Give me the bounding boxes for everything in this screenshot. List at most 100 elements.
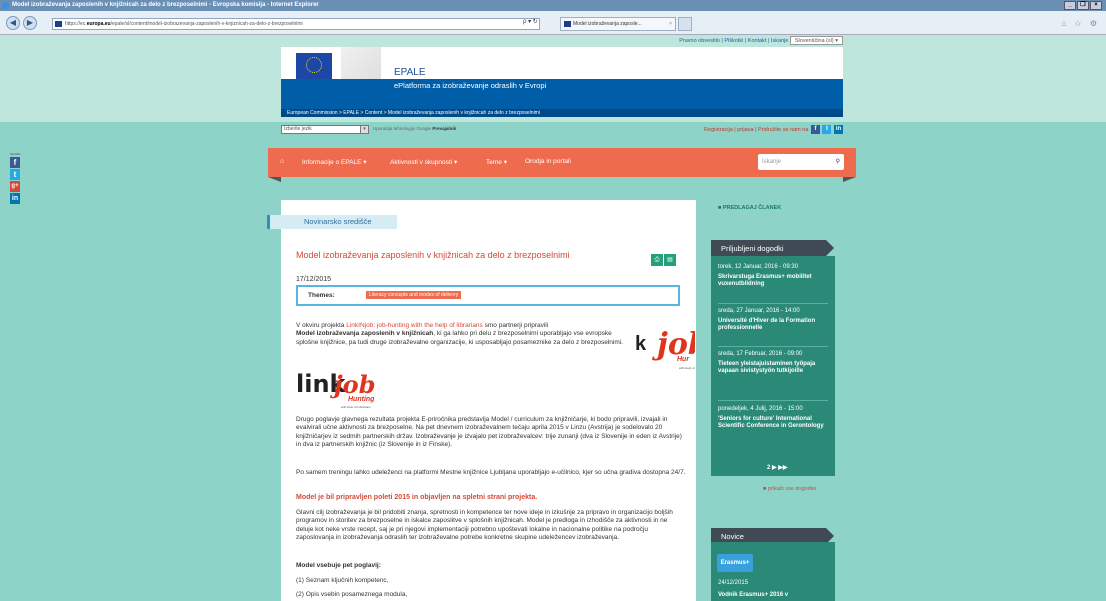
logo-job: job [334,370,376,399]
themes-box: Themes: Literacy concepts and modes of d… [296,285,680,306]
news-item-title[interactable]: Vodnik Erasmus+ 2016 v [718,592,788,598]
forward-button[interactable]: ▶ [23,16,37,30]
address-controls[interactable]: ρ ▾ ↻ [523,18,538,25]
nav-item-themes[interactable]: Teme ▾ [486,158,507,166]
browser-tab-active[interactable]: Model izobraževanja zaposle... × [560,17,676,31]
list-item[interactable]: sreda, 17 Februar, 2016 - 09:00 Tieteen … [718,351,830,375]
nav-item-tools-portals[interactable]: Orodja in portali [525,158,571,165]
logo-small-job: job [657,327,695,362]
maximize-button[interactable]: ❐ [1077,1,1089,10]
linkinjob-logo: link job Hunting with Help of Librarians [296,370,396,414]
nav-item-about-epale[interactable]: Informacije o EPALE ▾ [302,158,367,166]
window-title: Model izobraževanja zaposlenih v knjižni… [12,2,319,8]
site-header: European Commission EPALE ePlatforma za … [281,47,843,109]
news-date: 24/12/2015 [718,580,749,586]
facebook-icon[interactable]: f [810,125,820,134]
erasmus-plus-logo[interactable]: Erasmus+ [717,554,753,572]
language-bar: Izberite jezik ▾ Uporablja tehnologijo G… [281,125,843,135]
url-domain: europa.eu [86,21,111,27]
internet-explorer-icon [2,2,9,9]
event-title[interactable]: Tieteen yleistajuistaminen työpaja vapaa… [718,361,830,375]
paragraph-6: Model vsebuje pet poglavij: [296,562,381,569]
nav-fold-left [268,177,281,182]
tab-favicon-icon [564,21,571,27]
logo-tagline: with Help of Librarians [341,405,371,409]
logo-small-tagline: with Help of [679,366,695,370]
share-facebook-icon[interactable]: f [10,157,20,168]
register-login-join-links[interactable]: Registracija | prijava | Pridružite se n… [704,127,808,133]
twitter-icon[interactable]: t [822,125,832,134]
article-date: 17/12/2015 [296,276,332,283]
event-title[interactable]: Skrivarstuga Erasmus+ mobilitet vuxenutb… [718,274,830,288]
list-item: (2) Opis vsebin posameznega modula, [296,591,408,598]
search-input[interactable]: Iskanje ⚲ [758,154,844,170]
powered-by-text: Uporablja tehnologijo [373,126,416,131]
top-links[interactable]: Pravno obvestilo | Piškotki | Kontakt | … [679,38,788,44]
nav-fold-right [843,177,856,182]
list-item[interactable]: torek, 12 Januar, 2016 - 09:30 Skrivarst… [718,264,830,288]
main-navigation: ⌂ Informacije o EPALE ▾ Aktivnosti v sku… [268,148,856,182]
linkinjob-logo-small: k job Hur with Help of [635,327,695,372]
events-list: torek, 12 Januar, 2016 - 09:30 Skrivarst… [711,256,835,476]
theme-tag[interactable]: Literacy concepts and modes of delivery [366,291,462,299]
minimize-button[interactable]: _ [1064,1,1076,10]
event-date: ponedeljek, 4 Julij, 2016 - 15:00 [718,406,803,412]
logo-hunting: Hunting [348,396,375,403]
browser-tools-icons[interactable]: ⌂ ☆ ⚙ [1061,19,1100,28]
home-icon[interactable]: ⌂ [280,158,284,165]
google-translate-credit: Uporablja tehnologijo Google Prevajalnik [373,126,456,131]
window-titlebar: Model izobraževanja zaposlenih v knjižni… [0,0,1106,11]
breadcrumb[interactable]: European Commission > EPALE > Content > … [281,109,843,117]
divider [718,346,828,347]
paragraph-5: Glavni cilj izobraževanja je bil pridobi… [296,509,673,542]
pdf-icon[interactable]: ▤ [664,254,676,266]
window-controls: _ ❐ × [1064,1,1102,10]
list-item[interactable]: sreda, 27 Januar, 2016 - 14:00 Universit… [718,308,830,332]
share-sidebar: SHARE f t g+ in [10,152,20,204]
logo-small-hunting: Hur [677,356,690,363]
search-icon[interactable]: ⚲ [836,154,840,170]
new-tab-button[interactable] [678,17,692,31]
suggest-article-link[interactable]: ■ PREDLAGAJ ČLANEK [718,205,781,211]
nav-item-community-activities[interactable]: Aktivnosti v skupnosti ▾ [390,158,457,166]
site-favicon-icon [55,21,62,27]
event-date: sreda, 17 Februar, 2016 - 09:00 [718,351,803,357]
address-bar[interactable]: https://ec.europa.eu/epale/sl/content/mo… [52,18,540,30]
site-title[interactable]: EPALE [394,67,426,78]
project-link[interactable]: LinkINjob: job-hunting with the help of … [346,322,483,329]
translate-language-select[interactable]: Izberite jezik ▾ [281,125,369,134]
language-select[interactable]: Slovenščina (sl) ▾ [789,36,843,46]
eu-stars-icon [306,57,322,73]
translate-select-value: Izberite jezik [284,126,312,132]
google-logo: Google [416,126,432,131]
intro-text-a: V okviru projekta [296,322,347,329]
events-pager[interactable]: 2 ▶ ▶▶ [767,464,788,471]
list-item: (1) Seznam ključnih kompetenc, [296,577,389,584]
browser-navbar: ◀ ▶ https://ec.europa.eu/epale/sl/conten… [0,11,1106,35]
linkedin-icon[interactable]: in [834,125,843,134]
paragraph-2: Drugo poglavje glavnega rezultata projek… [296,416,682,449]
share-linkedin-icon[interactable]: in [10,193,20,204]
tab-close-icon[interactable]: × [669,18,672,30]
event-title[interactable]: Université d'Hiver de la Formation profe… [718,318,830,332]
all-events-link[interactable]: ■ prikaži vse dogodke [763,486,816,492]
divider [718,303,828,304]
event-title[interactable]: 'Seniors for culture' International Scie… [718,416,830,430]
divider [718,400,828,401]
list-item[interactable]: ponedeljek, 4 Julij, 2016 - 15:00 'Senio… [718,406,830,430]
share-googleplus-icon[interactable]: g+ [10,181,20,192]
intro-bold: Model izobraževanja zaposlenih v knjižni… [296,330,434,338]
top-links-bar: Pravno obvestilo | Piškotki | Kontakt | … [281,35,843,47]
site-subtitle: ePlatforma za izobraževanje odraslih v E… [394,81,547,90]
event-date: sreda, 27 Januar, 2016 - 14:00 [718,308,800,314]
print-icon[interactable]: ⎙ [651,254,663,266]
share-twitter-icon[interactable]: t [10,169,20,180]
eu-flag-logo[interactable] [296,53,332,79]
tab-label: Model izobraževanja zaposle... [573,21,642,27]
article-title: Model izobraževanja zaposlenih v knjižni… [296,250,570,260]
close-button[interactable]: × [1090,1,1102,10]
intro-text-b: smo partnerji pripravili [482,322,549,329]
url-prefix: https://ec. [65,21,87,27]
share-label: SHARE [10,152,21,156]
back-button[interactable]: ◀ [6,16,20,30]
